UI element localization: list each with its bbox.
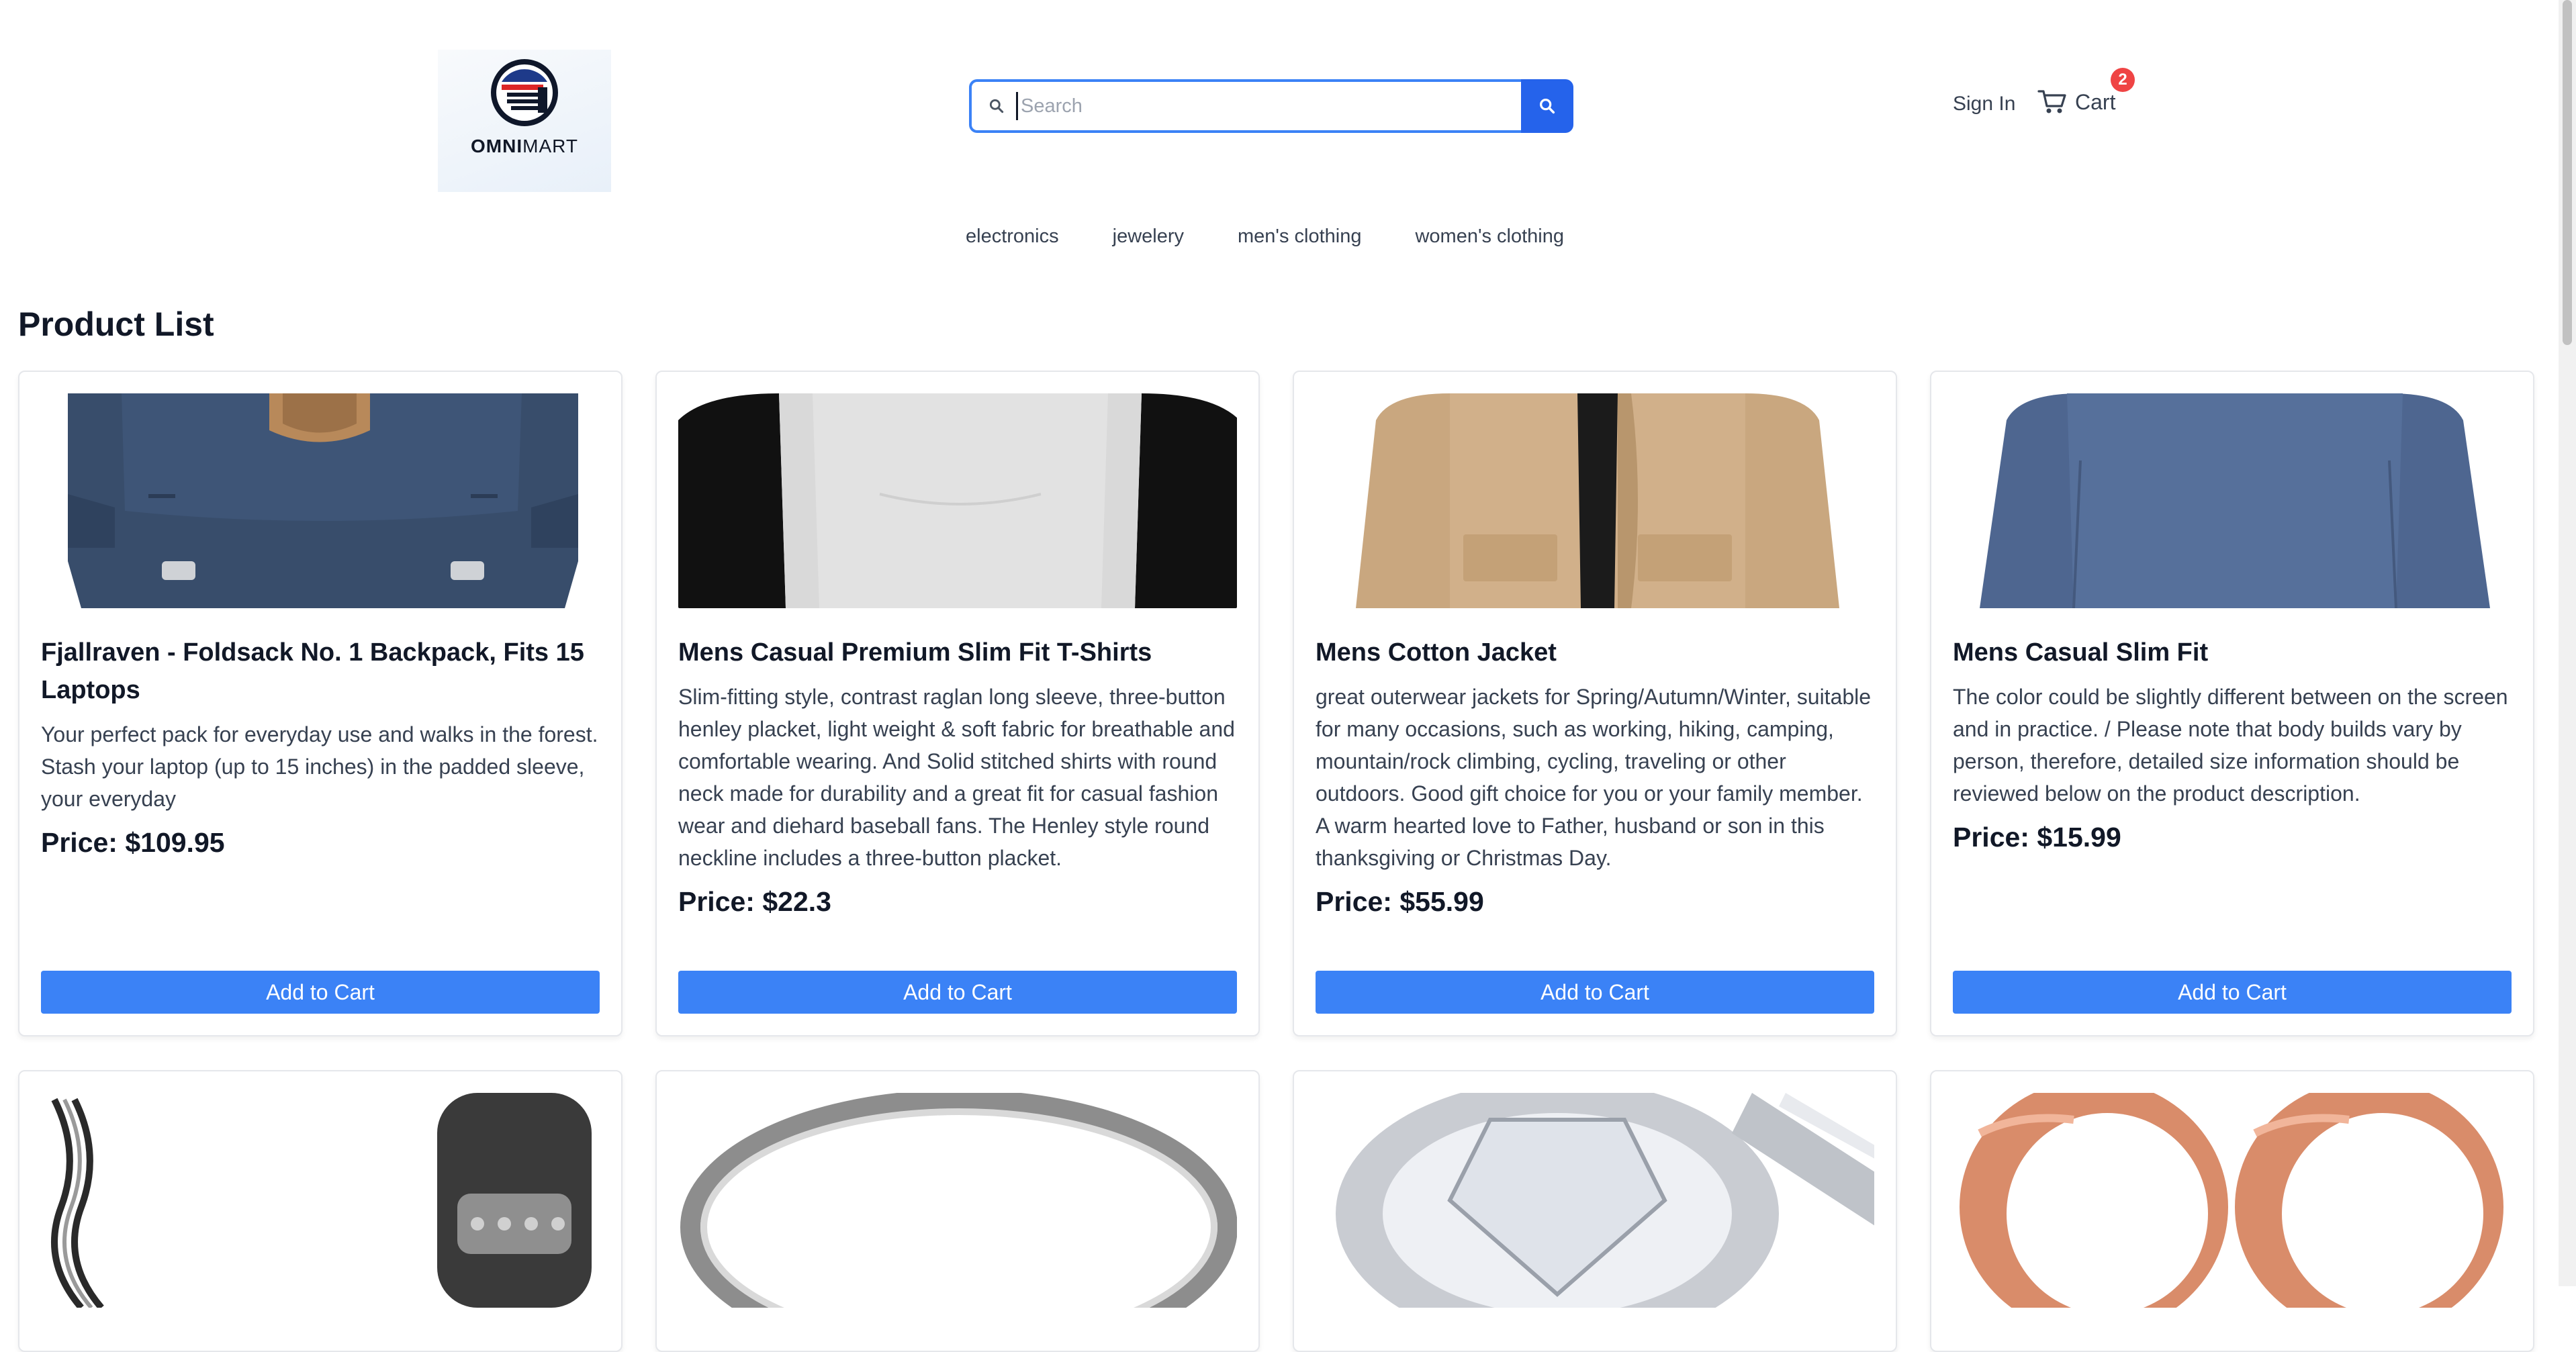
product-card: Mens Cotton Jacket great outerwear jacke…	[1293, 371, 1897, 1036]
page-scrollbar[interactable]	[2559, 0, 2576, 1286]
logo-wordmark: OMNIMART	[471, 136, 578, 156]
search-button[interactable]	[1521, 79, 1573, 133]
add-to-cart-button[interactable]: Add to Cart	[1953, 971, 2512, 1014]
category-nav: electronics jewelery men's clothing wome…	[966, 226, 1564, 248]
product-image-rose-gold-rings[interactable]	[1953, 1093, 2512, 1308]
product-title[interactable]: Fjallraven - Foldsack No. 1 Backpack, Fi…	[41, 634, 600, 709]
product-description: great outerwear jackets for Spring/Autum…	[1316, 685, 1872, 870]
product-price: Price: $109.95	[41, 827, 225, 858]
category-mens-clothing[interactable]: men's clothing	[1238, 226, 1361, 248]
search-field-wrapper[interactable]	[969, 79, 1521, 133]
category-electronics[interactable]: electronics	[966, 226, 1059, 248]
product-card	[1293, 1070, 1897, 1352]
sign-in-link[interactable]: Sign In	[1953, 93, 2015, 115]
search-icon	[988, 97, 1005, 115]
product-description: Slim-fitting style, contrast raglan long…	[678, 685, 1235, 870]
omnimart-logo-icon	[491, 59, 558, 126]
cart-link[interactable]: Cart	[2037, 89, 2115, 115]
product-image-silver-chain-bracelet[interactable]	[41, 1093, 600, 1308]
category-jewelery[interactable]: jewelery	[1113, 226, 1184, 248]
cart-label: Cart	[2075, 89, 2116, 114]
product-price: Price: $22.3	[678, 886, 831, 917]
cart-count-badge: 2	[2111, 68, 2135, 92]
product-description: The color could be slightly different be…	[1953, 685, 2508, 806]
add-to-cart-button[interactable]: Add to Cart	[1316, 971, 1874, 1014]
product-title[interactable]: Mens Casual Premium Slim Fit T-Shirts	[678, 634, 1237, 671]
product-title[interactable]: Mens Casual Slim Fit	[1953, 634, 2512, 671]
cart-icon	[2037, 90, 2066, 113]
product-card	[18, 1070, 623, 1352]
product-card	[1930, 1070, 2534, 1352]
category-womens-clothing[interactable]: women's clothing	[1415, 226, 1564, 248]
search-input[interactable]	[1016, 92, 1521, 120]
product-image-silver-ring[interactable]	[678, 1093, 1237, 1308]
product-image-cotton-jacket[interactable]	[1316, 393, 1874, 608]
product-image-diamond-ring[interactable]	[1316, 1093, 1874, 1308]
page-title: Product List	[18, 305, 214, 343]
product-card: Mens Casual Premium Slim Fit T-Shirts Sl…	[655, 371, 1260, 1036]
product-title[interactable]: Mens Cotton Jacket	[1316, 634, 1874, 671]
search-bar	[969, 79, 1573, 133]
add-to-cart-button[interactable]: Add to Cart	[41, 971, 600, 1014]
scrollbar-thumb[interactable]	[2563, 0, 2572, 345]
add-to-cart-button[interactable]: Add to Cart	[678, 971, 1237, 1014]
search-submit-icon	[1540, 99, 1555, 114]
site-logo[interactable]: OMNIMART	[438, 50, 611, 192]
product-card	[655, 1070, 1260, 1352]
product-description: Your perfect pack for everyday use and w…	[41, 722, 598, 811]
product-price: Price: $15.99	[1953, 822, 2121, 853]
product-price: Price: $55.99	[1316, 886, 1484, 917]
product-card: Mens Casual Slim Fit The color could be …	[1930, 371, 2534, 1036]
product-image-blue-longsleeve[interactable]	[1953, 393, 2512, 608]
product-image-backpack[interactable]	[41, 393, 600, 608]
product-card: Fjallraven - Foldsack No. 1 Backpack, Fi…	[18, 371, 623, 1036]
product-grid: Fjallraven - Foldsack No. 1 Backpack, Fi…	[18, 371, 2535, 1352]
product-image-raglan-tshirt[interactable]	[678, 393, 1237, 608]
